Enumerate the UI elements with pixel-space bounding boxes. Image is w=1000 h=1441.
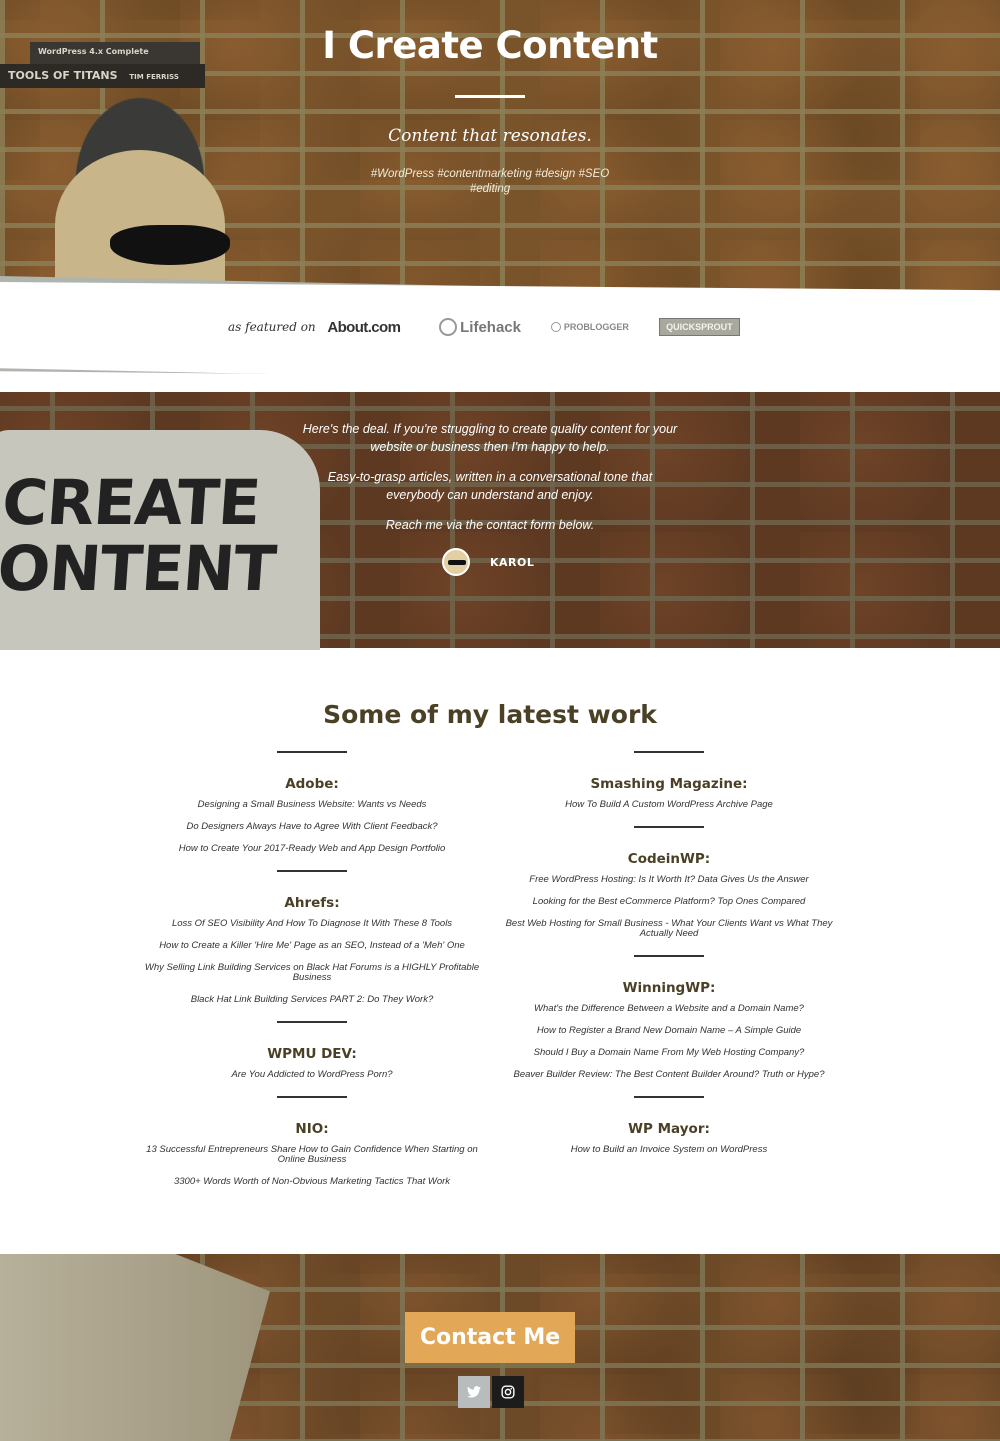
hero-photo-sunglasses — [110, 225, 230, 265]
article-link[interactable]: How To Build A Custom WordPress Archive … — [499, 800, 839, 810]
hero-photo-face — [55, 150, 225, 300]
book-wordpress: WordPress 4.x Complete — [30, 42, 200, 64]
work-group: WPMU DEV: Are You Addicted to WordPress P… — [137, 1021, 487, 1080]
logo-quicksprout: QUICKSPROUT — [658, 318, 740, 336]
title-divider — [455, 95, 525, 98]
article-link[interactable]: Should I Buy a Domain Name From My Web H… — [499, 1048, 839, 1058]
publication-title: Ahrefs: — [284, 895, 340, 911]
logo-about-com: About.com — [327, 318, 401, 336]
work-group: Smashing Magazine: How To Build A Custom … — [494, 751, 844, 810]
article-link[interactable]: Loss Of SEO Visibility And How To Diagno… — [142, 919, 482, 929]
article-link[interactable]: How to Register a Brand New Domain Name … — [499, 1026, 839, 1036]
work-group: WP Mayor: How to Build an Invoice System … — [494, 1096, 844, 1155]
article-link[interactable]: How to Create Your 2017-Ready Web and Ap… — [142, 844, 482, 854]
group-divider — [277, 751, 347, 753]
book-tools-of-titans: TOOLS OF TITANS TIM FERRISS — [0, 64, 205, 88]
article-link[interactable]: Best Web Hosting for Small Business - Wh… — [499, 919, 839, 939]
group-divider — [277, 1021, 347, 1023]
book-title: TOOLS OF TITANS — [8, 69, 118, 82]
intro-text: Here's the deal. If you're struggling to… — [300, 420, 680, 546]
article-link[interactable]: Free WordPress Hosting: Is It Worth It? … — [499, 875, 839, 885]
tshirt-print: CREATE ONTENT — [0, 466, 282, 605]
article-link[interactable]: 3300+ Words Worth of Non-Obvious Marketi… — [142, 1177, 482, 1187]
publication-title: WinningWP: — [622, 980, 716, 996]
author-signature: KAROL — [442, 548, 534, 576]
article-link[interactable]: Designing a Small Business Website: Want… — [142, 800, 482, 810]
work-group: CodeinWP: Free WordPress Hosting: Is It W… — [494, 826, 844, 939]
article-link[interactable]: Beaver Builder Review: The Best Content … — [499, 1070, 839, 1080]
intro-paragraph: Here's the deal. If you're struggling to… — [302, 422, 678, 454]
group-divider — [634, 751, 704, 753]
work-group: Ahrefs: Loss Of SEO Visibility And How To… — [137, 870, 487, 1005]
avatar — [442, 548, 470, 576]
publication-title: NIO: — [295, 1121, 329, 1137]
instagram-icon — [501, 1385, 515, 1399]
logo-lifehack: Lifehack — [439, 318, 533, 336]
hero-hashtags: #WordPress #contentmarketing #design #SE… — [370, 168, 610, 195]
publication-title: Adobe: — [285, 776, 339, 792]
logo-problogger: PROBLOGGER — [550, 322, 641, 332]
author-name: KAROL — [490, 555, 535, 569]
book-author: TIM FERRISS — [129, 73, 179, 81]
footer-photo-arm — [0, 1254, 270, 1441]
lifehack-icon — [439, 318, 458, 336]
work-group: NIO: 13 Successful Entrepreneurs Share Ho… — [137, 1096, 487, 1187]
group-divider — [634, 1096, 704, 1098]
instagram-link[interactable] — [492, 1376, 524, 1408]
group-divider — [634, 826, 704, 828]
work-column-right: Smashing Magazine: How To Build A Custom … — [494, 751, 844, 1171]
group-divider — [277, 870, 347, 872]
tshirt-line-1: CREATE — [0, 466, 263, 539]
article-link[interactable]: What's the Difference Between a Website … — [499, 1004, 839, 1014]
article-link[interactable]: 13 Successful Entrepreneurs Share How to… — [142, 1145, 482, 1165]
twitter-icon — [467, 1386, 481, 1398]
featured-label: as featured on — [228, 320, 316, 334]
publication-title: Smashing Magazine: — [590, 776, 748, 792]
tshirt-line-2: ONTENT — [0, 532, 278, 605]
article-link[interactable]: How to Create a Killer 'Hire Me' Page as… — [142, 941, 482, 951]
work-section-title: Some of my latest work — [323, 700, 657, 729]
twitter-link[interactable] — [458, 1376, 490, 1408]
publication-title: WP Mayor: — [628, 1121, 710, 1137]
problogger-icon — [550, 322, 561, 332]
hero-tagline: Content that resonates. — [388, 126, 592, 146]
article-link[interactable]: Looking for the Best eCommerce Platform?… — [499, 897, 839, 907]
work-group: Adobe: Designing a Small Business Website… — [137, 751, 487, 854]
logo-lifehack-text: Lifehack — [460, 318, 521, 336]
article-link[interactable]: Why Selling Link Building Services on Bl… — [142, 963, 482, 983]
group-divider — [277, 1096, 347, 1098]
work-column-left: Adobe: Designing a Small Business Website… — [137, 751, 487, 1203]
publication-title: CodeinWP: — [627, 851, 711, 867]
intro-paragraph: Reach me via the contact form below. — [385, 518, 595, 532]
intro-paragraph: Easy-to-grasp articles, written in a con… — [327, 470, 653, 502]
publication-title: WPMU DEV: — [267, 1046, 357, 1062]
article-link[interactable]: How to Build an Invoice System on WordPr… — [499, 1145, 839, 1155]
article-link[interactable]: Are You Addicted to WordPress Porn? — [142, 1070, 482, 1080]
contact-button[interactable]: Contact Me — [405, 1312, 575, 1363]
featured-logos: as featured on About.com Lifehack PROBLO… — [228, 314, 758, 340]
work-group: WinningWP: What's the Difference Between … — [494, 955, 844, 1080]
article-link[interactable]: Do Designers Always Have to Agree With C… — [142, 822, 482, 832]
logo-problogger-text: PROBLOGGER — [563, 322, 629, 332]
article-link[interactable]: Black Hat Link Building Services PART 2:… — [142, 995, 482, 1005]
group-divider — [634, 955, 704, 957]
